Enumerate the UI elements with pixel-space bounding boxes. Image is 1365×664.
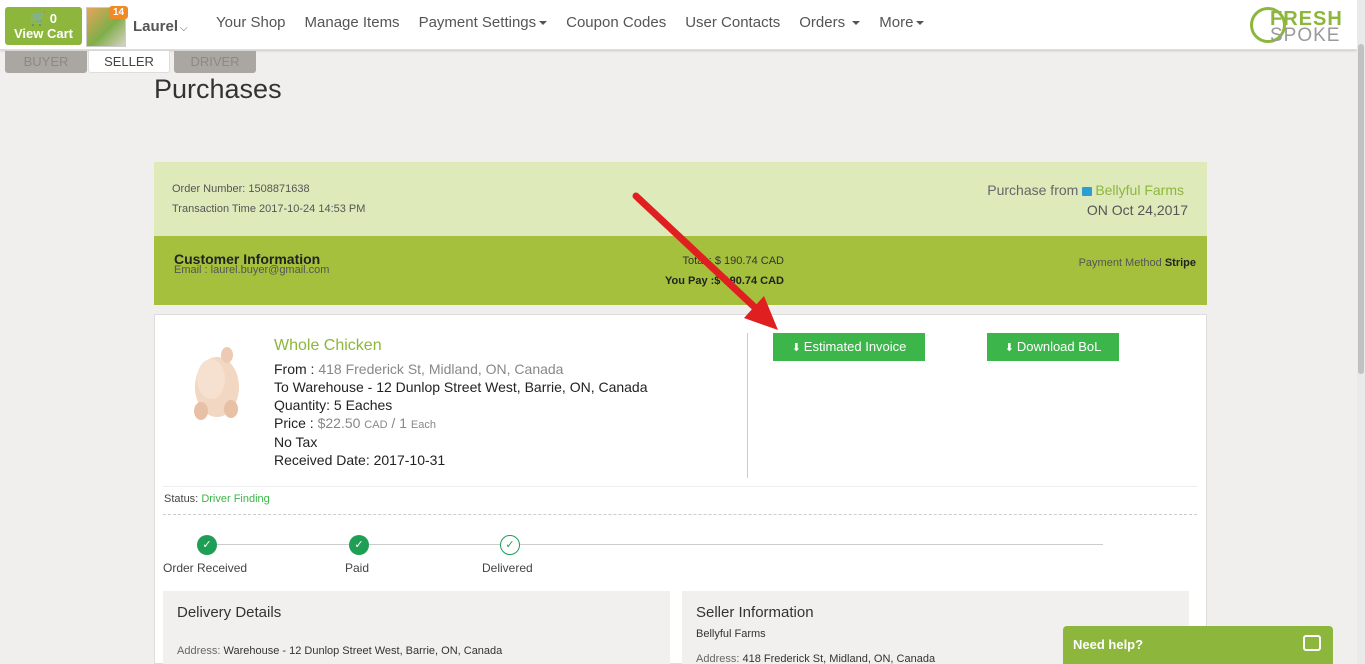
tab-buyer[interactable]: BUYER bbox=[5, 51, 87, 73]
item-name[interactable]: Whole Chicken bbox=[274, 337, 382, 355]
step-paid-check-icon: ✓ bbox=[349, 535, 369, 555]
order-header: Order Number: 1508871638 Transaction Tim… bbox=[154, 162, 1207, 236]
cart-icon: 🛒 bbox=[29, 11, 47, 26]
nav-coupon-codes[interactable]: Coupon Codes bbox=[566, 14, 666, 31]
nav-your-shop[interactable]: Your Shop bbox=[216, 14, 286, 31]
purchase-from: Purchase from Bellyful Farms bbox=[987, 182, 1184, 198]
seller-address: Address: 418 Frederick St, Midland, ON, … bbox=[696, 653, 936, 664]
step-order-received-check-icon: ✓ bbox=[197, 535, 217, 555]
step-delivered-check-icon: ✓ bbox=[500, 535, 520, 555]
divider bbox=[747, 333, 748, 478]
nav-manage-items[interactable]: Manage Items bbox=[305, 14, 400, 31]
step-label-order-received: Order Received bbox=[163, 561, 248, 575]
nav-more[interactable]: More bbox=[879, 14, 925, 31]
order-total: Total : $ 190.74 CAD bbox=[682, 255, 784, 267]
user-menu[interactable]: Laurel ⌵ bbox=[133, 18, 188, 35]
tab-driver[interactable]: DRIVER bbox=[174, 51, 256, 73]
delivery-details-panel: Delivery Details Address: Warehouse - 12… bbox=[163, 591, 670, 664]
chat-icon bbox=[1303, 635, 1321, 651]
item-received-date: Received Date: 2017-10-31 bbox=[274, 452, 446, 468]
item-to: To Warehouse - 12 Dunlop Street West, Ba… bbox=[274, 379, 648, 395]
nav-orders[interactable]: Orders bbox=[799, 14, 861, 31]
customer-info-bar: Customer Information Email : laurel.buye… bbox=[154, 236, 1207, 305]
item-from: From : 418 Frederick St, Midland, ON, Ca… bbox=[274, 361, 564, 377]
delivery-address: Address: Warehouse - 12 Dunlop Street We… bbox=[177, 645, 503, 657]
separator bbox=[163, 486, 1197, 487]
estimated-invoice-button[interactable]: ⬇ Estimated Invoice bbox=[773, 333, 925, 361]
progress-track bbox=[207, 544, 1103, 545]
cart-label: View Cart bbox=[13, 26, 73, 41]
payment-method: Payment Method Stripe bbox=[1078, 257, 1196, 269]
caret-down-icon bbox=[539, 21, 548, 26]
download-icon: ⬇ bbox=[1004, 342, 1014, 354]
delivery-details-title: Delivery Details bbox=[177, 604, 282, 621]
purchase-date: ON Oct 24,2017 bbox=[1086, 202, 1188, 218]
view-cart-button[interactable]: 🛒 0 View Cart bbox=[5, 7, 82, 45]
need-help-label: Need help? bbox=[1073, 637, 1144, 652]
page-title: Purchases bbox=[154, 74, 282, 104]
item-tax: No Tax bbox=[274, 434, 318, 450]
seller-info-title: Seller Information bbox=[696, 604, 814, 621]
order-status: Status: Driver Finding bbox=[164, 493, 270, 505]
chevron-down-icon: ⌵ bbox=[180, 23, 188, 34]
dashed-separator bbox=[163, 514, 1197, 515]
download-bol-button[interactable]: ⬇ Download BoL bbox=[987, 333, 1119, 361]
caret-down-icon bbox=[916, 21, 925, 26]
transaction-time: Transaction Time 2017-10-24 14:53 PM bbox=[172, 203, 366, 215]
scrollbar-thumb[interactable] bbox=[1358, 44, 1364, 374]
tab-seller[interactable]: SELLER bbox=[88, 51, 170, 73]
main-nav: Your Shop Manage Items Payment Settings … bbox=[216, 14, 943, 31]
cart-count: 0 bbox=[49, 11, 58, 26]
order-item-card: Whole Chicken From : 418 Frederick St, M… bbox=[154, 314, 1207, 664]
top-navbar: 🛒 0 View Cart 14 Laurel ⌵ Your Shop Manag… bbox=[0, 0, 1357, 50]
user-name: Laurel bbox=[133, 18, 179, 35]
item-quantity: Quantity: 5 Eaches bbox=[274, 397, 393, 413]
caret-down-icon bbox=[852, 21, 861, 26]
step-label-delivered: Delivered bbox=[482, 561, 533, 575]
seller-link[interactable]: Bellyful Farms bbox=[1095, 182, 1184, 198]
download-icon: ⬇ bbox=[791, 342, 801, 354]
item-price: Price : $22.50 CAD / 1 Each bbox=[274, 415, 436, 431]
whole-chicken-image bbox=[194, 347, 239, 420]
customer-email: Email : laurel.buyer@gmail.com bbox=[174, 264, 330, 276]
need-help-widget[interactable]: Need help? bbox=[1063, 626, 1333, 664]
step-label-paid: Paid bbox=[345, 561, 370, 575]
seller-name: Bellyful Farms bbox=[696, 628, 766, 640]
nav-payment-settings[interactable]: Payment Settings bbox=[419, 14, 548, 31]
scrollbar[interactable] bbox=[1357, 0, 1365, 664]
freshspoke-logo[interactable]: FRESH SPOKE bbox=[1250, 6, 1356, 46]
nav-user-contacts[interactable]: User Contacts bbox=[685, 14, 780, 31]
order-number: Order Number: 1508871638 bbox=[172, 183, 310, 195]
notification-badge[interactable]: 14 bbox=[109, 6, 129, 19]
you-pay: You Pay :$ 190.74 CAD bbox=[664, 275, 784, 287]
shop-icon bbox=[1082, 187, 1093, 196]
